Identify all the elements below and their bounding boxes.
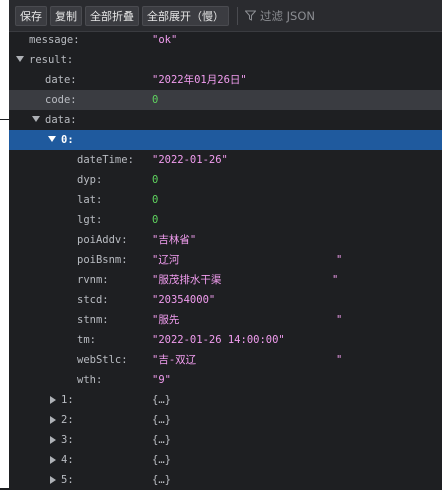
tree-row-field[interactable]: poiBsnm: "辽河 " <box>9 250 442 270</box>
tree-row-field[interactable]: dateTime: "2022-01-26" <box>9 150 442 170</box>
expand-arrow-icon[interactable] <box>32 116 40 122</box>
field-key: webStlc: <box>77 354 128 366</box>
collapsed-item-key: 2: <box>61 414 74 426</box>
field-value: "9" <box>152 374 171 386</box>
value-message: "ok" <box>152 34 178 46</box>
field-key: poiBsnm: <box>77 254 128 266</box>
field-value: "20354000" <box>152 294 216 306</box>
key-code: code: <box>45 94 77 106</box>
collapsed-arrow-icon[interactable] <box>50 456 56 464</box>
tree-row-collapsed-item[interactable]: 1: {…} <box>9 390 442 410</box>
key-message: message: <box>29 34 80 46</box>
field-value: "2022-01-26" <box>152 154 228 166</box>
filter-icon <box>245 10 256 21</box>
collapsed-items: 1: {…} 2: {…} 3: {…} 4: {…} 5: {…} <box>9 390 442 490</box>
collapse-all-button[interactable]: 全部折叠 <box>85 5 139 26</box>
field-value-closing-quote: " <box>336 354 343 366</box>
collapsed-item-value: {…} <box>152 394 171 406</box>
tree-row-item-0[interactable]: 0: <box>9 130 442 150</box>
tree-row-field[interactable]: dyp: 0 <box>9 170 442 190</box>
tree-row-collapsed-item[interactable]: 5: {…} <box>9 470 442 490</box>
field-value: 0 <box>152 194 159 206</box>
field-value: 0 <box>152 214 159 226</box>
field-value: "服茂排水干渠 <box>152 274 222 286</box>
expand-all-button[interactable]: 全部展开（慢） <box>142 5 229 26</box>
field-key: wth: <box>77 374 103 386</box>
value-code: 0 <box>152 94 159 106</box>
field-key: dyp: <box>77 174 103 186</box>
tree-row-date[interactable]: date: "2022年01月26日" <box>9 70 442 90</box>
expand-arrow-icon[interactable] <box>48 136 56 142</box>
collapsed-item-value: {…} <box>152 414 171 426</box>
field-value: "服先 <box>152 314 180 326</box>
tree-row-field[interactable]: webStlc: "吉-双辽 " <box>9 350 442 370</box>
field-value-closing-quote: " <box>336 254 343 266</box>
field-value: 0 <box>152 174 159 186</box>
field-value: "辽河 <box>152 254 180 266</box>
tree-row-field[interactable]: rvnm: "服茂排水干渠 " <box>9 270 442 290</box>
collapsed-item-value: {…} <box>152 454 171 466</box>
tree-row-field[interactable]: lat: 0 <box>9 190 442 210</box>
field-value: "吉林省" <box>152 234 197 246</box>
field-key: tm: <box>77 334 96 346</box>
collapsed-item-key: 4: <box>61 454 74 466</box>
collapsed-arrow-icon[interactable] <box>50 416 56 424</box>
collapsed-arrow-icon[interactable] <box>50 396 56 404</box>
field-value-closing-quote: " <box>336 314 343 326</box>
value-date: "2022年01月26日" <box>152 74 247 86</box>
tree-row-result[interactable]: result: <box>9 50 442 70</box>
field-key: lat: <box>77 194 103 206</box>
key-item-0: 0: <box>61 134 74 146</box>
toolbar-divider <box>237 6 238 25</box>
item-0-fields: dateTime: "2022-01-26" dyp: 0 lat: 0 lgt: 0 poiA… <box>9 150 442 390</box>
field-key: stnm: <box>77 314 109 326</box>
field-value: "吉-双辽 <box>152 354 197 366</box>
collapsed-item-key: 5: <box>61 474 74 486</box>
key-date: date: <box>45 74 77 86</box>
json-viewer-toolbar: 保存 复制 全部折叠 全部展开（慢） 过滤 JSON <box>9 0 442 32</box>
left-edge-strip <box>0 0 9 488</box>
tree-row-field[interactable]: wth: "9" <box>9 370 442 390</box>
field-key: poiAddv: <box>77 234 128 246</box>
field-key: dateTime: <box>77 154 134 166</box>
tree-row-data[interactable]: data: <box>9 110 442 130</box>
tree-row-collapsed-item[interactable]: 4: {…} <box>9 450 442 470</box>
collapsed-arrow-icon[interactable] <box>50 476 56 484</box>
tree-row-field[interactable]: lgt: 0 <box>9 210 442 230</box>
edge-tick <box>0 119 9 120</box>
field-value-closing-quote: " <box>332 274 339 286</box>
collapsed-item-value: {…} <box>152 474 171 486</box>
field-key: lgt: <box>77 214 103 226</box>
filter-json-input[interactable]: 过滤 JSON <box>245 8 315 24</box>
tree-row-field[interactable]: tm: "2022-01-26 14:00:00" <box>9 330 442 350</box>
key-result: result: <box>29 54 74 66</box>
tree-row-collapsed-item[interactable]: 3: {…} <box>9 430 442 450</box>
expand-arrow-icon[interactable] <box>16 56 24 62</box>
json-tree: message: "ok" result: date: "2022年01月26日… <box>9 30 442 490</box>
collapsed-arrow-icon[interactable] <box>50 436 56 444</box>
tree-row-field[interactable]: stnm: "服先 " <box>9 310 442 330</box>
field-key: stcd: <box>77 294 109 306</box>
tree-row-field[interactable]: stcd: "20354000" <box>9 290 442 310</box>
collapsed-item-key: 1: <box>61 394 74 406</box>
collapsed-item-key: 3: <box>61 434 74 446</box>
tree-row-collapsed-item[interactable]: 2: {…} <box>9 410 442 430</box>
field-key: rvnm: <box>77 274 109 286</box>
copy-button[interactable]: 复制 <box>50 5 82 26</box>
tree-row-message[interactable]: message: "ok" <box>9 30 442 50</box>
save-button[interactable]: 保存 <box>15 5 47 26</box>
field-value: "2022-01-26 14:00:00" <box>152 334 285 346</box>
tree-row-code[interactable]: code: 0 <box>9 90 442 110</box>
collapsed-item-value: {…} <box>152 434 171 446</box>
filter-label: 过滤 JSON <box>260 8 316 23</box>
tree-row-field[interactable]: poiAddv: "吉林省" <box>9 230 442 250</box>
key-data: data: <box>45 114 77 126</box>
